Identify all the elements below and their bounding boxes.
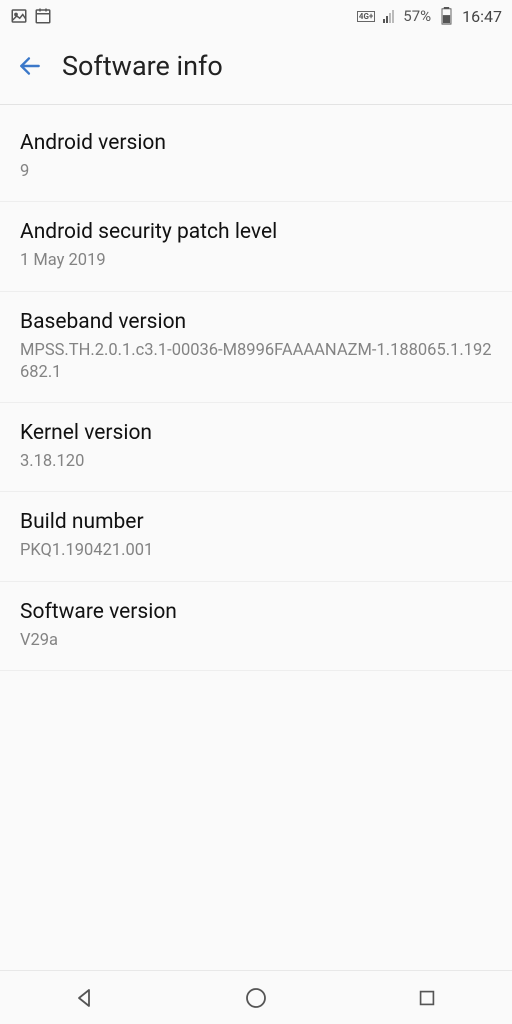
calendar-icon xyxy=(34,7,52,25)
status-bar: 4G+ 57% 16:47 xyxy=(0,0,512,32)
signal-strength-icon xyxy=(379,9,397,23)
android-version-row[interactable]: Android version 9 xyxy=(0,105,512,202)
row-label: Build number xyxy=(20,510,492,534)
baseband-version-row[interactable]: Baseband version MPSS.TH.2.0.1.c3.1-0003… xyxy=(0,292,512,404)
nav-home-button[interactable] xyxy=(242,984,270,1012)
row-value: MPSS.TH.2.0.1.c3.1-00036-M8996FAAAANAZM-… xyxy=(20,340,492,385)
nav-recent-button[interactable] xyxy=(413,984,441,1012)
navigation-bar xyxy=(0,970,512,1024)
row-value: V29a xyxy=(20,630,492,652)
battery-icon xyxy=(437,7,455,25)
row-value: 9 xyxy=(20,161,492,183)
row-label: Kernel version xyxy=(20,421,492,445)
app-header: Software info xyxy=(0,32,512,105)
security-patch-row[interactable]: Android security patch level 1 May 2019 xyxy=(0,202,512,291)
row-value: 1 May 2019 xyxy=(20,250,492,272)
row-value: PKQ1.190421.001 xyxy=(20,540,492,562)
row-label: Android security patch level xyxy=(20,220,492,244)
settings-list: Android version 9 Android security patch… xyxy=(0,105,512,671)
nav-back-button[interactable] xyxy=(71,984,99,1012)
status-right: 4G+ 57% 16:47 xyxy=(357,7,502,26)
back-button[interactable] xyxy=(16,52,44,80)
row-label: Baseband version xyxy=(20,310,492,334)
page-title: Software info xyxy=(62,50,223,82)
row-label: Android version xyxy=(20,131,492,155)
row-label: Software version xyxy=(20,600,492,624)
row-value: 3.18.120 xyxy=(20,451,492,473)
build-number-row[interactable]: Build number PKQ1.190421.001 xyxy=(0,492,512,581)
battery-percent: 57% xyxy=(403,7,431,25)
picture-icon xyxy=(10,7,28,25)
software-version-row[interactable]: Software version V29a xyxy=(0,582,512,671)
kernel-version-row[interactable]: Kernel version 3.18.120 xyxy=(0,403,512,492)
status-left xyxy=(10,7,52,25)
network-badge: 4G+ xyxy=(357,11,375,22)
clock: 16:47 xyxy=(462,7,502,26)
